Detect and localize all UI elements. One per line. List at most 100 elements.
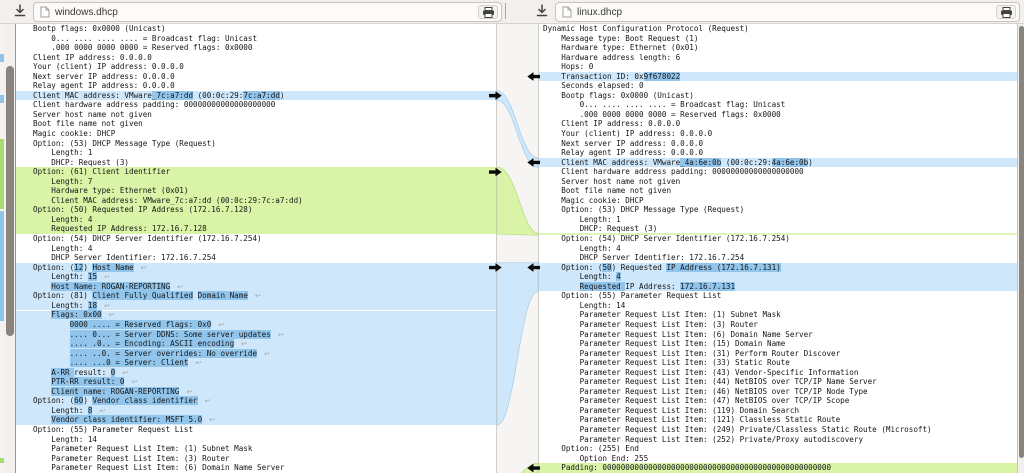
- code-line: Parameter Request List Item: (31) Perfor…: [543, 349, 932, 359]
- right-pane-scrollbar[interactable]: [1017, 24, 1024, 473]
- save-left-button[interactable]: [10, 3, 30, 21]
- code-line: Requested IP Address: 172.16.7.128: [33, 224, 303, 234]
- diff-tool-window: windows.dhcp linux.dhcp: [0, 0, 1024, 473]
- code-line: Length: 14: [543, 301, 932, 311]
- newline-marker-icon: ↩: [104, 302, 110, 310]
- left-file-pane[interactable]: Bootp flags: 0x0000 (Unicast) 0... .... …: [16, 24, 497, 473]
- code-line: Magic cookie: DHCP: [33, 129, 303, 139]
- code-line: Parameter Request List Item: (1) Subnet …: [33, 444, 303, 454]
- code-line: .... 0... = Server DDNS: Some server upd…: [33, 330, 303, 340]
- code-line: Length: 4: [33, 244, 303, 254]
- code-line: Parameter Request List Item: (3) Router: [543, 320, 932, 330]
- code-line: Transaction ID: 0x9f678022: [543, 72, 932, 82]
- code-line: .000 0000 0000 0000 = Reserved flags: 0x…: [33, 43, 303, 53]
- print-left-button[interactable]: [478, 5, 498, 19]
- code-line: Option: (53) DHCP Message Type (Request): [543, 205, 932, 215]
- code-line: Length: 18↩: [33, 301, 303, 311]
- code-line: Hardware address length: 6: [543, 53, 932, 63]
- toolbar: windows.dhcp linux.dhcp: [0, 0, 1024, 24]
- code-line: Length: 1: [33, 148, 303, 158]
- code-line: Option: (50) Requested IP Address (172.1…: [33, 205, 303, 215]
- code-line: Parameter Request List Item: (15) Domain…: [543, 339, 932, 349]
- left-pane-scrollbar[interactable]: [4, 24, 16, 473]
- code-line: Flags: 0x00↩: [33, 310, 303, 320]
- code-line: Boot file name not given: [33, 119, 303, 129]
- code-line: Host Name: ROGAN-REPORTING↩: [33, 282, 303, 292]
- code-line: Parameter Request List Item: (44) NetBIO…: [543, 377, 932, 387]
- code-line: DHCP Server Identifier: 172.16.7.254: [543, 253, 932, 263]
- toolbar-separator: [505, 3, 506, 19]
- apply-change-arrow[interactable]: [527, 72, 540, 81]
- code-line: Hardware type: Ethernet (0x01): [543, 43, 932, 53]
- code-line: Client MAC address: VMware_7c:a7:dd (00:…: [33, 196, 303, 206]
- right-filename-label: linux.dhcp: [577, 7, 622, 18]
- code-line: .... .0.. = Encoding: ASCII encoding↩: [33, 339, 303, 349]
- code-line: 0... .... .... .... = Broadcast flag: Un…: [33, 34, 303, 44]
- code-line: Server host name not given: [543, 177, 932, 187]
- code-line: Parameter Request List Item: (46) NetBIO…: [543, 387, 932, 397]
- save-right-button[interactable]: [532, 3, 552, 21]
- newline-marker-icon: ↩: [205, 397, 211, 405]
- code-line: Client IP address: 0.0.0.0: [543, 119, 932, 129]
- newline-marker-icon: ↩: [104, 273, 110, 281]
- code-line: Option: (81) Client Fully Qualified Doma…: [33, 291, 303, 301]
- code-line: Option: (255) End: [543, 444, 932, 454]
- code-line: Length: 15↩: [33, 272, 303, 282]
- right-file-pane[interactable]: Dynamic Host Configuration Protocol (Req…: [538, 24, 1017, 473]
- code-line: Padding: 0000000000000000000000000000000…: [543, 463, 932, 473]
- newline-marker-icon: ↩: [122, 369, 128, 377]
- print-right-button[interactable]: [996, 5, 1016, 19]
- code-line: .... ..0. = Server overrides: No overrid…: [33, 349, 303, 359]
- code-line: Option: (53) DHCP Message Type (Request): [33, 139, 303, 149]
- newline-marker-icon: ↩: [278, 331, 284, 339]
- code-line: Parameter Request List Item: (47) NetBIO…: [543, 396, 932, 406]
- code-line: Length: 14: [33, 435, 303, 445]
- code-line: Parameter Request List Item: (6) Domain …: [33, 463, 303, 473]
- code-line: Your (client) IP address: 0.0.0.0: [543, 129, 932, 139]
- diff-connector: [497, 263, 538, 425]
- insertion-point-line: [539, 233, 1017, 235]
- file-tab-left[interactable]: windows.dhcp: [33, 2, 502, 22]
- newline-marker-icon: ↩: [131, 378, 137, 386]
- code-line: Option: (60) Vendor class identifier↩: [33, 396, 303, 406]
- code-line: Parameter Request List Item: (6) Domain …: [543, 330, 932, 340]
- printer-icon: [482, 7, 495, 18]
- code-line: Client IP address: 0.0.0.0: [33, 53, 303, 63]
- code-line: DHCP Server Identifier: 172.16.7.254: [33, 253, 303, 263]
- code-line: Dynamic Host Configuration Protocol (Req…: [543, 24, 932, 34]
- code-line: Server host name not given: [33, 110, 303, 120]
- download-icon: [12, 3, 28, 19]
- code-line: Parameter Request List Item: (121) Class…: [543, 415, 932, 425]
- code-line: Option: (61) Client identifier: [33, 167, 303, 177]
- scrollbar-handle[interactable]: [1019, 26, 1024, 458]
- newline-marker-icon: ↩: [109, 311, 115, 319]
- scrollbar-handle[interactable]: [6, 66, 14, 336]
- code-line: Hops: 0: [543, 62, 932, 72]
- code-line: Client MAC address: VMware_4a:6e:0b (00:…: [543, 158, 932, 168]
- diff-link-gutter: [488, 24, 541, 473]
- code-line: A-RR result: 0↩: [33, 368, 303, 378]
- code-line: 0000 .... = Reserved flags: 0x0↩: [33, 320, 303, 330]
- document-icon: [562, 6, 572, 18]
- code-line: Parameter Request List Item: (252) Priva…: [543, 435, 932, 445]
- code-line: Option: (12) Host Name↩: [33, 263, 303, 273]
- newline-marker-icon: ↩: [186, 388, 192, 396]
- code-line: Option: (55) Parameter Request List: [543, 291, 932, 301]
- code-line: Client hardware address padding: 0000000…: [33, 100, 303, 110]
- code-line: Option: (55) Parameter Request List: [33, 425, 303, 435]
- code-line: Seconds elapsed: 0: [543, 81, 932, 91]
- code-line: Message type: Boot Request (1): [543, 34, 932, 44]
- code-line: Relay agent IP address: 0.0.0.0: [33, 81, 303, 91]
- code-line: Hardware type: Ethernet (0x01): [33, 186, 303, 196]
- code-line: Length: 4: [543, 272, 932, 282]
- code-line: Boot file name not given: [543, 186, 932, 196]
- file-tab-right[interactable]: linux.dhcp: [555, 2, 1020, 22]
- code-line: Client MAC address: VMware_7c:a7:dd (00:…: [33, 91, 303, 101]
- document-icon: [40, 6, 50, 18]
- code-line: Option End: 255: [543, 454, 932, 464]
- diff-connector: [497, 91, 538, 167]
- printer-icon: [1000, 7, 1013, 18]
- code-line: Option: (54) DHCP Server Identifier (172…: [33, 234, 303, 244]
- code-line: Length: 8↩: [33, 406, 303, 416]
- code-line: Requested IP Address: 172.16.7.131: [543, 282, 932, 292]
